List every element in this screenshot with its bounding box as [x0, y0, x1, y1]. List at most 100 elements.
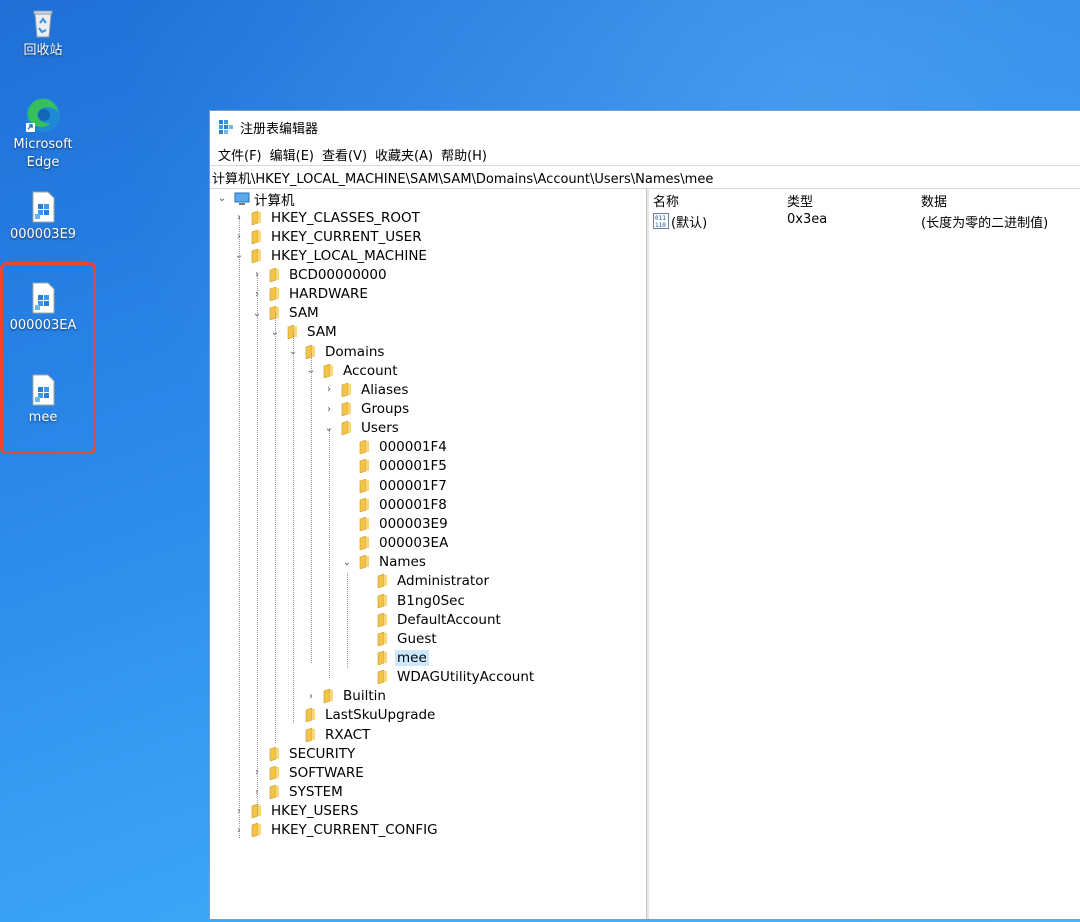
value-name: (默认) [671, 216, 708, 231]
registry-editor-window: 注册表编辑器 文件(F) 编辑(E) 查看(V) 收藏夹(A) 帮助(H) 计算… [209, 110, 1080, 920]
values-pane[interactable]: 名称 类型 数据 011 110 (默认) 0x3ea (长度为零的二进制值) [647, 188, 1080, 919]
column-name[interactable]: 名称 [653, 191, 679, 210]
key-tree-pane[interactable]: ⌄ 计算机 › HKEY_CLASSES_ROOT › HKEY_CURRENT_US… [210, 188, 647, 919]
desktop-icon-recycle-bin[interactable]: 回收站 [0, 6, 86, 60]
value-row[interactable]: 011 110 (默认) 0x3ea (长度为零的二进制值) [649, 212, 1080, 232]
tree-node[interactable]: Administrator [359, 572, 491, 591]
tree-root-computer[interactable]: ⌄ 计算机 [216, 189, 297, 209]
address-bar[interactable]: 计算机\HKEY_LOCAL_MACHINE\SAM\SAM\Domains\A… [210, 165, 1080, 189]
folder-icon [251, 229, 262, 245]
tree-node[interactable]: RXACT [287, 725, 372, 744]
tree-node[interactable]: ⌄ Account [305, 361, 400, 380]
column-type[interactable]: 类型 [787, 191, 813, 210]
tree-node[interactable]: › Builtin [305, 687, 388, 706]
tree-node[interactable]: SECURITY [251, 744, 357, 763]
menu-edit[interactable]: 编辑(E) [266, 145, 318, 164]
folder-icon [377, 669, 388, 685]
tree-connector-line [347, 573, 348, 668]
tree-node[interactable]: ⌄ Domains [287, 342, 386, 361]
tree-node[interactable]: ⌄ Users [323, 419, 401, 438]
tree-node[interactable]: 000001F4 [341, 438, 449, 457]
folder-icon [269, 765, 280, 781]
tree-node[interactable]: › HARDWARE [251, 285, 370, 304]
registry-file-icon [26, 190, 60, 224]
tree-node[interactable]: 000001F5 [341, 457, 449, 476]
tree-node[interactable]: mee [359, 648, 429, 667]
title-bar[interactable]: 注册表编辑器 [210, 111, 1080, 143]
tree-node[interactable]: ⌄ SAM [269, 323, 339, 342]
tree-node[interactable]: DefaultAccount [359, 610, 503, 629]
folder-icon [377, 593, 388, 608]
tree-node-label: HKEY_CURRENT_USER [271, 228, 422, 245]
chevron-right-icon[interactable]: › [323, 384, 335, 396]
tree-node[interactable]: › SOFTWARE [251, 763, 366, 782]
chevron-down-icon[interactable]: ⌄ [341, 556, 353, 568]
folder-icon [305, 727, 316, 742]
tree-node-label: WDAGUtilityAccount [397, 669, 535, 686]
desktop-icon-000003E9[interactable]: 000003E9 [0, 190, 86, 244]
menu-view[interactable]: 查看(V) [318, 145, 371, 164]
tree-node[interactable]: 000001F8 [341, 495, 449, 514]
menu-file[interactable]: 文件(F) [214, 145, 266, 164]
tree-node[interactable]: › BCD00000000 [251, 265, 389, 284]
tree-node[interactable]: WDAGUtilityAccount [359, 668, 536, 687]
value-data: (长度为零的二进制值) [921, 216, 1049, 231]
tree-node[interactable]: › HKEY_CURRENT_USER [233, 227, 424, 246]
tree-node-label: RXACT [325, 726, 371, 743]
chevron-right-icon[interactable]: › [323, 403, 335, 415]
tree-connector-line [293, 333, 294, 723]
column-data[interactable]: 数据 [921, 191, 947, 210]
tree-node[interactable]: 000001F7 [341, 476, 449, 495]
tree-node-label: 000003EA [379, 535, 449, 552]
desktop-icon-label: 回收站 [23, 43, 63, 58]
tree-node[interactable]: 000003EA [341, 534, 450, 553]
tree-node-label: 000001F7 [379, 477, 447, 494]
tree-node-label: DefaultAccount [397, 611, 501, 628]
tree-node[interactable]: › HKEY_CURRENT_CONFIG [233, 821, 440, 840]
tree-connector-line [311, 353, 312, 663]
menu-favorites[interactable]: 收藏夹(A) [371, 145, 437, 164]
tree-node-label: Aliases [361, 381, 409, 398]
value-type: 0x3ea [787, 212, 828, 227]
tree-node[interactable]: ⌄ Names [341, 553, 428, 572]
tree-node-label: SYSTEM [289, 784, 343, 800]
folder-icon [377, 631, 388, 647]
no-expander [359, 575, 371, 587]
tree-node-label: Users [361, 420, 399, 437]
folder-icon [359, 516, 370, 532]
tree-node[interactable]: › Groups [323, 400, 411, 419]
tree-node[interactable]: › SYSTEM [251, 783, 345, 802]
tree-node[interactable]: ⌄ HKEY_LOCAL_MACHINE [233, 246, 429, 265]
desktop-icon-edge[interactable]: Microsoft Edge [0, 96, 86, 172]
edge-icon [24, 96, 62, 134]
folder-icon [341, 382, 352, 398]
tree-node-label: Domains [325, 343, 385, 360]
tree-node[interactable]: › Aliases [323, 380, 410, 399]
folder-icon [269, 286, 280, 302]
no-expander [341, 518, 353, 530]
binary-value-icon: 011 110 [653, 213, 669, 233]
computer-icon [234, 192, 250, 206]
tree-node-label: HKEY_CLASSES_ROOT [271, 209, 420, 226]
tree-node[interactable]: › HKEY_CLASSES_ROOT [233, 208, 422, 227]
tree-node-label: Account [343, 362, 398, 379]
tree-node[interactable]: LastSkuUpgrade [287, 706, 437, 725]
tree-node[interactable]: B1ng0Sec [359, 591, 467, 610]
tree-node-label: HARDWARE [289, 286, 368, 303]
tree-node[interactable]: Guest [359, 629, 439, 648]
tree-node[interactable]: 000003E9 [341, 514, 450, 533]
chevron-down-icon[interactable]: ⌄ [216, 193, 228, 205]
tree-node-label: SAM [307, 324, 337, 341]
folder-icon [377, 573, 388, 589]
folder-icon [359, 478, 370, 494]
tree-connector-line [329, 428, 330, 678]
tree-node[interactable]: ⌄ SAM [251, 304, 321, 323]
tree-node[interactable]: › HKEY_USERS [233, 802, 360, 821]
menu-help[interactable]: 帮助(H) [437, 145, 491, 164]
no-expander [287, 729, 299, 741]
tree-node-label: 000003E9 [379, 515, 448, 532]
folder-icon [323, 688, 334, 704]
svg-text:011: 011 [655, 215, 666, 222]
tree-node-label: 计算机 [254, 192, 295, 209]
chevron-right-icon[interactable]: › [305, 690, 317, 702]
